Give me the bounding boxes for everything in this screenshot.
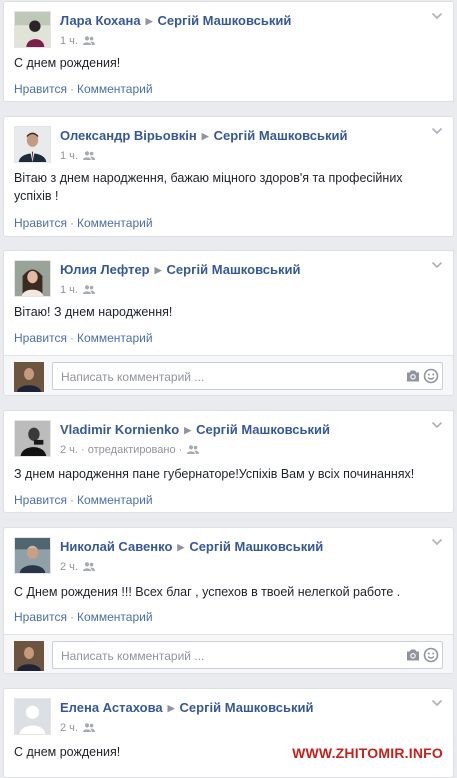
avatar[interactable] <box>14 260 51 297</box>
target-name[interactable]: Сергій Машковський <box>214 128 348 143</box>
post-header: Олександр Вірьовкін ▶ Сергій Машковський 1… <box>60 127 421 163</box>
post-header: Vladimir Kornienko ▶ Сергій Машковський 2 … <box>60 421 421 457</box>
post-card: Олександр Вірьовкін ▶ Сергій Машковський 1… <box>3 116 454 237</box>
post-time[interactable]: 2 ч. <box>60 444 78 456</box>
avatar[interactable] <box>14 420 51 457</box>
post-actions: Нравится · Комментарий <box>14 493 153 507</box>
camera-icon[interactable] <box>405 648 421 662</box>
post-time[interactable]: 1 ч. <box>60 284 78 296</box>
smiley-icon[interactable] <box>423 368 439 384</box>
watermark: WWW.ZHITOMIR.INFO <box>290 745 445 761</box>
comment-link[interactable]: Комментарий <box>77 493 153 507</box>
avatar[interactable] <box>14 11 51 48</box>
chevron-down-icon[interactable] <box>431 125 443 137</box>
post-header: Елена Астахова ▶ Сергій Машковський 2 ч. <box>60 699 421 735</box>
comment-link[interactable]: Комментарий <box>77 331 153 345</box>
comment-link[interactable]: Комментарий <box>77 82 153 96</box>
author-name[interactable]: Лара Кохана <box>60 13 141 28</box>
target-name[interactable]: Сергій Машковський <box>180 700 314 715</box>
chevron-down-icon[interactable] <box>431 10 443 22</box>
comment-input[interactable]: Написать комментарий ... <box>52 362 443 390</box>
avatar[interactable] <box>14 126 51 163</box>
target-name[interactable]: Сергій Машковський <box>157 13 291 28</box>
post-header: Юлия Лефтер ▶ Сергій Машковський 1 ч. <box>60 261 421 297</box>
author-name[interactable]: Николай Савенко <box>60 539 172 554</box>
author-name[interactable]: Елена Астахова <box>60 700 163 715</box>
post-header: Лара Кохана ▶ Сергій Машковський 1 ч. <box>60 12 421 48</box>
friends-icon[interactable] <box>83 562 95 571</box>
post-text: С днем рождения! <box>14 56 121 70</box>
post-text: Вітаю! З днем народження! <box>14 305 173 319</box>
post-text: З днем народження пане губернаторе!Успіх… <box>14 467 415 481</box>
friends-icon[interactable] <box>83 151 95 160</box>
arrow-right-icon: ▶ <box>167 703 175 713</box>
like-link[interactable]: Нравится <box>14 82 67 96</box>
like-link[interactable]: Нравится <box>14 493 67 507</box>
arrow-right-icon: ▶ <box>154 265 162 275</box>
post-header: Николай Савенко ▶ Сергій Машковський 2 ч. <box>60 538 421 574</box>
post-text: С Днем рождения !!! Всех благ , успехов … <box>14 585 401 599</box>
chevron-down-icon[interactable] <box>431 259 443 271</box>
avatar[interactable] <box>14 698 51 735</box>
camera-icon[interactable] <box>405 369 421 383</box>
chevron-down-icon[interactable] <box>431 697 443 709</box>
post-actions: Нравится · Комментарий <box>14 331 153 345</box>
post-time[interactable]: 2 ч. <box>60 561 78 573</box>
arrow-right-icon: ▶ <box>184 425 192 435</box>
current-user-avatar <box>14 641 44 671</box>
friends-icon[interactable] <box>83 723 95 732</box>
post-time[interactable]: 1 ч. <box>60 35 78 47</box>
author-name[interactable]: Юлия Лефтер <box>60 262 150 277</box>
chevron-down-icon[interactable] <box>431 536 443 548</box>
comment-link[interactable]: Комментарий <box>77 216 153 230</box>
arrow-right-icon: ▶ <box>201 131 209 141</box>
arrow-right-icon: ▶ <box>145 16 153 26</box>
post-card: Юлия Лефтер ▶ Сергій Машковський 1 ч. Віта… <box>3 250 454 396</box>
author-name[interactable]: Vladimir Kornienko <box>60 422 179 437</box>
friends-icon[interactable] <box>83 285 95 294</box>
post-text: Вітаю з днем народження, бажаю міцного з… <box>14 171 403 203</box>
chevron-down-icon[interactable] <box>431 419 443 431</box>
author-name[interactable]: Олександр Вірьовкін <box>60 128 197 143</box>
avatar[interactable] <box>14 537 51 574</box>
post-actions: Нравится · Комментарий <box>14 610 153 624</box>
post-card: Vladimir Kornienko ▶ Сергій Машковський 2 … <box>3 410 454 513</box>
like-link[interactable]: Нравится <box>14 331 67 345</box>
friends-icon[interactable] <box>83 36 95 45</box>
post-card: Елена Астахова ▶ Сергій Машковський 2 ч. С… <box>3 688 454 778</box>
post-card: Лара Кохана ▶ Сергій Машковський 1 ч. С дн… <box>3 1 454 102</box>
post-actions: Нравится · Комментарий <box>14 216 153 230</box>
target-name[interactable]: Сергій Машковський <box>167 262 301 277</box>
like-link[interactable]: Нравится <box>14 610 67 624</box>
arrow-right-icon: ▶ <box>177 542 185 552</box>
post-time[interactable]: 1 ч. <box>60 150 78 162</box>
post-time[interactable]: 2 ч. <box>60 722 78 734</box>
post-actions: Нравится · Комментарий <box>14 82 153 96</box>
comment-composer: Написать комментарий ... <box>4 634 453 673</box>
target-name[interactable]: Сергій Машковський <box>189 539 323 554</box>
edited-label[interactable]: · отредактировано · <box>81 444 182 456</box>
comment-link[interactable]: Комментарий <box>77 610 153 624</box>
comment-input[interactable]: Написать комментарий ... <box>52 641 443 669</box>
target-name[interactable]: Сергій Машковський <box>196 422 330 437</box>
friends-icon[interactable] <box>187 445 199 454</box>
like-link[interactable]: Нравится <box>14 216 67 230</box>
smiley-icon[interactable] <box>423 647 439 663</box>
current-user-avatar <box>14 362 44 392</box>
comment-composer: Написать комментарий ... <box>4 355 453 395</box>
post-card: Николай Савенко ▶ Сергій Машковський 2 ч. … <box>3 527 454 674</box>
